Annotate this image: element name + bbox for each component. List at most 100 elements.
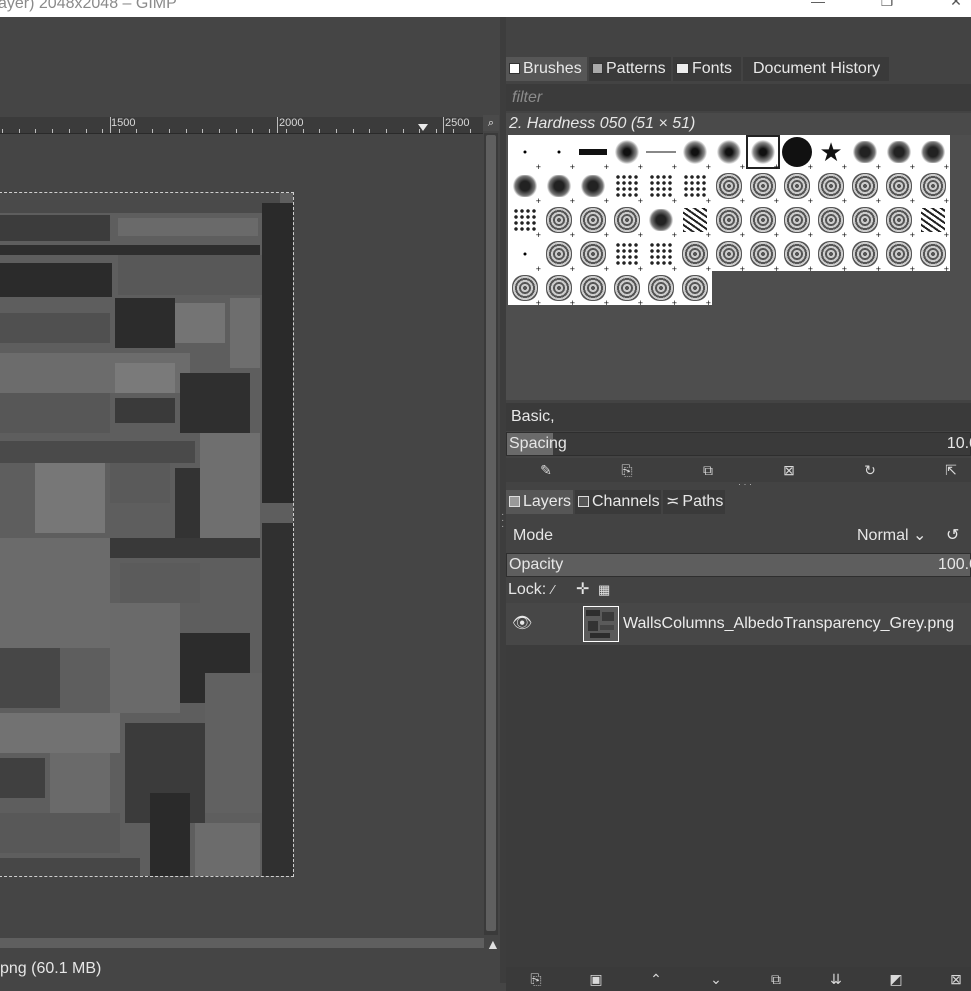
brush-preset[interactable]: +: [916, 203, 950, 237]
brush-preset[interactable]: +: [780, 237, 814, 271]
merge-layer-icon[interactable]: ⇊: [825, 967, 847, 991]
brush-preset[interactable]: +: [508, 237, 542, 271]
brush-preset[interactable]: +: [542, 169, 576, 203]
brush-preset[interactable]: +: [746, 203, 780, 237]
brush-preset[interactable]: +: [882, 237, 916, 271]
new-layer-icon[interactable]: ⎘: [525, 967, 547, 991]
brush-preset[interactable]: +: [780, 203, 814, 237]
brush-preset[interactable]: +: [542, 271, 576, 305]
brush-preset[interactable]: +: [542, 203, 576, 237]
reset-mode-icon[interactable]: ↺: [946, 521, 959, 551]
brush-preset[interactable]: +: [542, 135, 576, 169]
divider-grip-icon[interactable]: · · ·: [501, 510, 504, 532]
brush-preset[interactable]: +: [814, 203, 848, 237]
spacing-slider[interactable]: Spacing 10.0: [506, 432, 971, 456]
navigate-icon[interactable]: ▲: [486, 936, 500, 952]
new-layer-group-icon[interactable]: ▣: [585, 967, 607, 991]
brush-tag-field[interactable]: Basic,: [506, 403, 971, 431]
brush-preset[interactable]: +: [678, 271, 712, 305]
brush-preset[interactable]: +: [644, 203, 678, 237]
brush-preset[interactable]: +: [678, 169, 712, 203]
brush-preset[interactable]: +: [576, 203, 610, 237]
tab-paths[interactable]: ≍ Paths: [663, 490, 725, 514]
brush-preset[interactable]: +: [712, 237, 746, 271]
image-canvas[interactable]: [0, 192, 294, 877]
brush-preset[interactable]: +: [848, 237, 882, 271]
duplicate-brush-icon[interactable]: ⧉: [697, 458, 719, 482]
brush-preset[interactable]: +: [576, 169, 610, 203]
mode-select[interactable]: Normal ⌄: [857, 521, 926, 551]
layer-name[interactable]: WallsColumns_AlbedoTransparency_Grey.png: [623, 603, 954, 645]
lock-position-icon[interactable]: ✛: [576, 579, 589, 601]
tab-brushes[interactable]: Brushes: [506, 57, 587, 81]
horizontal-ruler[interactable]: 1500 2000 2500: [0, 117, 483, 134]
brush-preset[interactable]: +: [848, 203, 882, 237]
brush-preset[interactable]: +: [916, 135, 950, 169]
brush-preset[interactable]: ★ +: [814, 135, 848, 169]
brush-preset[interactable]: +: [576, 237, 610, 271]
minimize-icon[interactable]: —: [808, 0, 828, 9]
edit-brush-icon[interactable]: ✎: [535, 458, 557, 482]
brush-preset[interactable]: +: [848, 169, 882, 203]
brush-preset[interactable]: +: [644, 271, 678, 305]
scrollbar-thumb[interactable]: [486, 135, 496, 931]
brush-preset[interactable]: +: [712, 203, 746, 237]
brush-preset[interactable]: +: [780, 135, 814, 169]
brush-preset[interactable]: +: [678, 203, 712, 237]
opacity-slider[interactable]: Opacity 100.0: [506, 553, 971, 577]
brush-preset[interactable]: +: [610, 203, 644, 237]
eye-icon[interactable]: 👁: [512, 613, 532, 633]
tab-fonts[interactable]: Fonts: [673, 57, 741, 81]
brush-preset[interactable]: +: [508, 169, 542, 203]
brush-preset[interactable]: +: [882, 203, 916, 237]
restore-icon[interactable]: ❐: [877, 0, 897, 10]
brush-preset[interactable]: +: [576, 271, 610, 305]
zoom-icon[interactable]: ⌕: [483, 115, 499, 131]
tab-channels[interactable]: Channels: [575, 490, 661, 514]
brush-preset[interactable]: +: [508, 203, 542, 237]
open-brush-folder-icon[interactable]: ⇱: [940, 458, 962, 482]
mask-layer-icon[interactable]: ◩: [885, 967, 907, 991]
lock-pixels-icon[interactable]: ⁄: [552, 579, 554, 601]
brush-preset[interactable]: +: [610, 237, 644, 271]
brush-preset[interactable]: +: [678, 237, 712, 271]
brush-preset[interactable]: +: [678, 135, 712, 169]
brush-preset[interactable]: +: [882, 135, 916, 169]
brush-preset[interactable]: +: [576, 135, 610, 169]
tab-layers[interactable]: Layers: [506, 490, 573, 514]
brush-preset[interactable]: +: [644, 237, 678, 271]
brush-preset[interactable]: +: [542, 237, 576, 271]
brush-preset[interactable]: +: [610, 135, 644, 169]
brush-preset[interactable]: +: [712, 169, 746, 203]
brush-preset[interactable]: +: [882, 169, 916, 203]
vertical-scrollbar[interactable]: [484, 133, 498, 935]
brush-preset[interactable]: +: [508, 135, 542, 169]
brush-preset[interactable]: +: [508, 271, 542, 305]
close-icon[interactable]: ✕: [946, 0, 966, 10]
brush-filter-input[interactable]: filter: [506, 84, 971, 111]
brush-preset[interactable]: +: [848, 135, 882, 169]
brush-preset[interactable]: +: [610, 271, 644, 305]
brush-preset[interactable]: +: [644, 135, 678, 169]
brush-preset[interactable]: +: [780, 169, 814, 203]
brush-preset[interactable]: +: [610, 169, 644, 203]
raise-layer-icon[interactable]: ⌃: [645, 967, 667, 991]
brush-preset[interactable]: +: [644, 169, 678, 203]
delete-layer-icon[interactable]: ⊠: [945, 967, 967, 991]
lower-layer-icon[interactable]: ⌄: [705, 967, 727, 991]
brush-preset[interactable]: +: [916, 237, 950, 271]
brush-preset[interactable]: +: [746, 135, 780, 169]
new-brush-icon[interactable]: ⎘: [616, 458, 638, 482]
tab-patterns[interactable]: Patterns: [589, 57, 671, 81]
tab-document-history[interactable]: Document History: [743, 57, 889, 81]
brush-preset[interactable]: +: [814, 169, 848, 203]
brush-preset[interactable]: +: [814, 237, 848, 271]
delete-brush-icon[interactable]: ⊠: [778, 458, 800, 482]
brush-preset[interactable]: +: [746, 237, 780, 271]
horizontal-scrollbar[interactable]: [0, 938, 484, 948]
refresh-brushes-icon[interactable]: ↻: [859, 458, 881, 482]
brush-preset[interactable]: +: [916, 169, 950, 203]
layer-row[interactable]: 👁 WallsColumns_AlbedoTransparency_Grey.p…: [506, 603, 971, 645]
dock-separator-grip-icon[interactable]: · · ·: [738, 479, 752, 489]
lock-alpha-icon[interactable]: ▦: [598, 579, 610, 601]
